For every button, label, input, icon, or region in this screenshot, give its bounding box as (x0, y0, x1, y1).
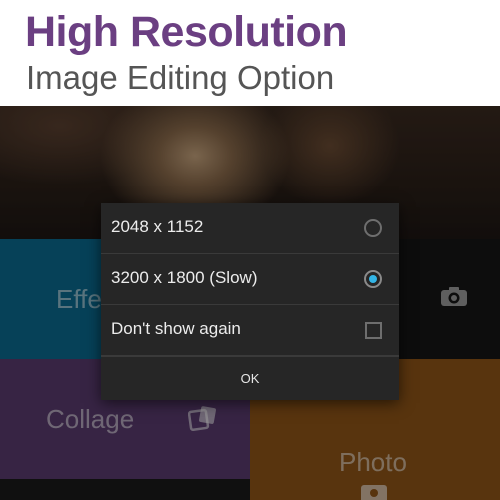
radio-button-selected[interactable] (364, 270, 382, 288)
resolution-option-2048[interactable]: 2048 x 1152 (101, 203, 399, 254)
promo-subheadline: Image Editing Option (26, 59, 335, 96)
resolution-option-3200[interactable]: 3200 x 1800 (Slow) (101, 254, 399, 305)
ok-button[interactable]: OK (101, 356, 399, 400)
resolution-option-label: 3200 x 1800 (Slow) (111, 268, 258, 287)
dont-show-again-checkbox[interactable] (365, 322, 382, 339)
dont-show-again-label: Don't show again (111, 319, 241, 338)
promo-headline: High Resolution (25, 8, 348, 56)
radio-button-unselected[interactable] (364, 219, 382, 237)
dont-show-again-row[interactable]: Don't show again (101, 305, 399, 356)
resolution-option-label: 2048 x 1152 (111, 217, 204, 236)
resolution-dialog: 2048 x 1152 3200 x 1800 (Slow) Don't sho… (101, 203, 399, 400)
app-screen: Effe Collage Photo 2048 x 1152 3200 x 18… (0, 106, 500, 500)
